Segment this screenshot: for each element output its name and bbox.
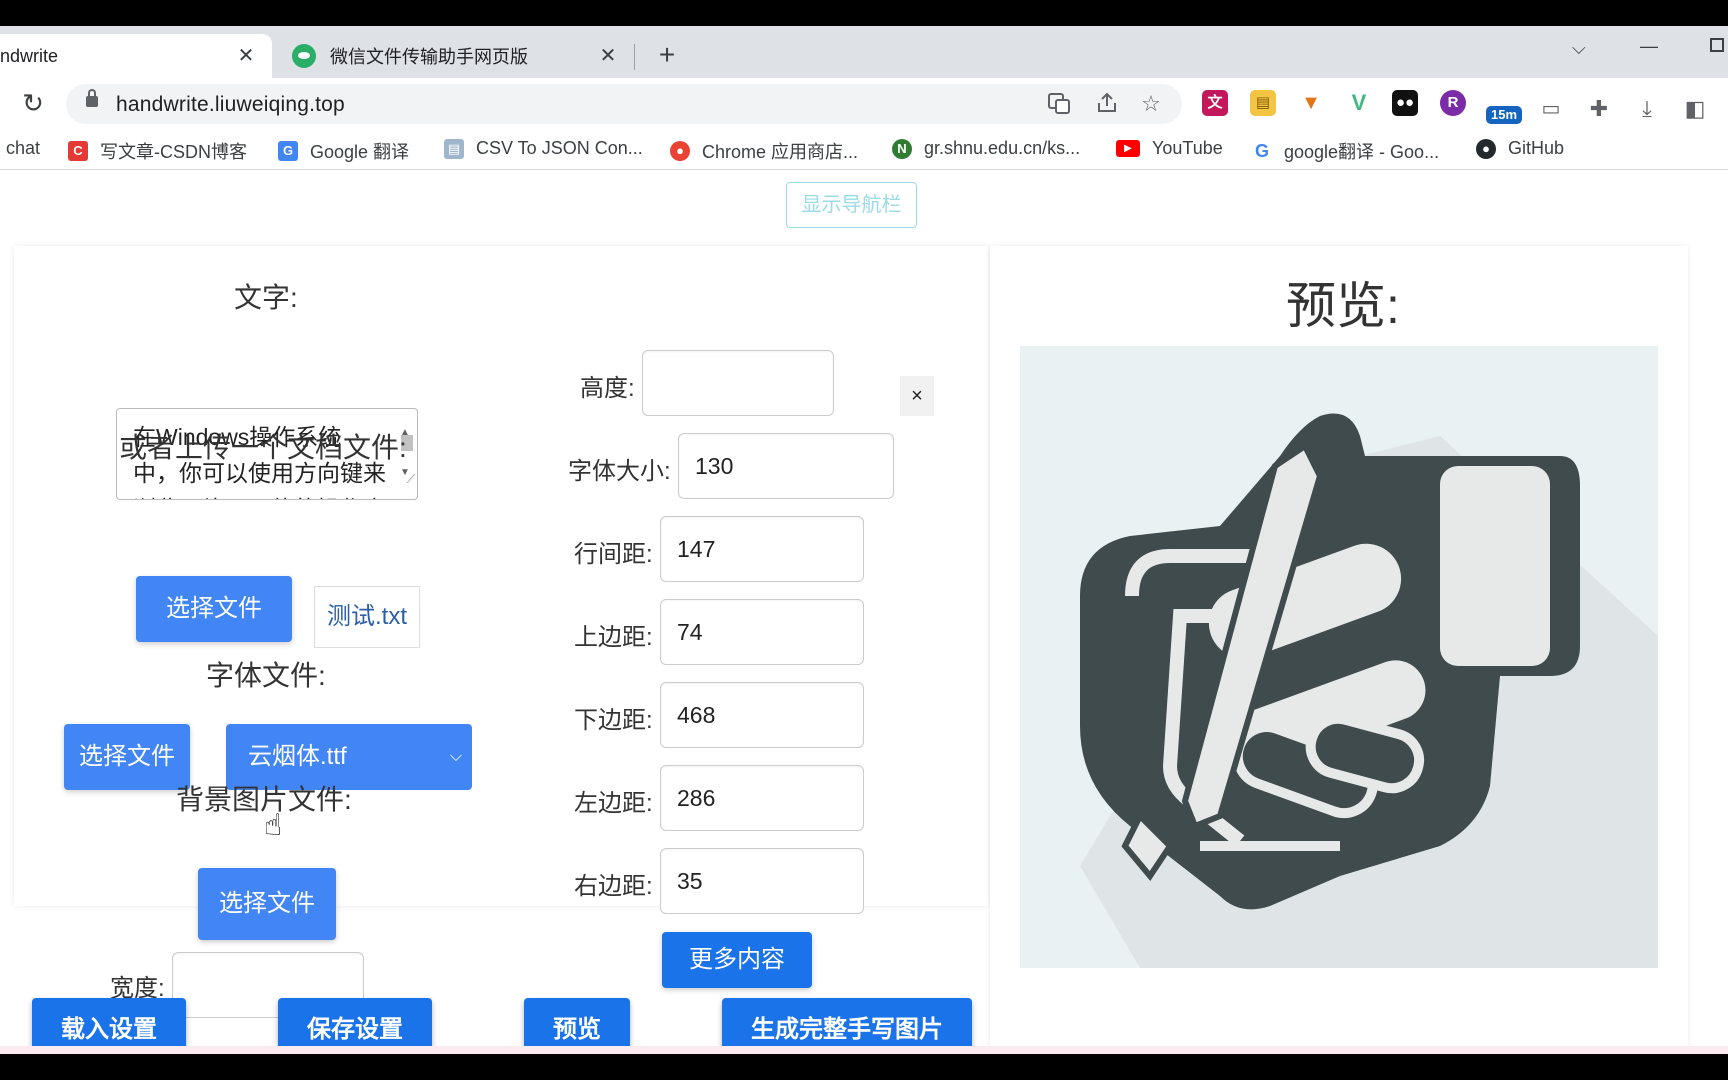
text-label: 文字: <box>234 282 298 313</box>
choose-font-button[interactable]: 选择文件 <box>64 724 190 790</box>
new-tab-button[interactable]: + <box>652 40 682 70</box>
font-size-label: 字体大小: <box>568 458 671 485</box>
notes-extension-icon[interactable]: ▤ <box>1250 90 1276 116</box>
bookmark-google-translate-2[interactable]: Ggoogle翻译 - Goo... <box>1252 138 1439 164</box>
lock-icon <box>86 89 98 107</box>
selected-file-name: 测试.txt <box>314 586 420 648</box>
tab-handwrite[interactable]: ndwrite ✕ <box>0 34 272 78</box>
tab-wechat[interactable]: 微信文件传输助手网页版 ✕ <box>282 34 634 78</box>
shnu-icon: N <box>892 138 912 159</box>
height-input[interactable] <box>642 350 834 416</box>
font-file-label: 字体文件: <box>206 660 326 691</box>
github-icon: ● <box>1476 138 1496 159</box>
share-icon[interactable] <box>1094 91 1120 117</box>
bookmark-csv-to-json[interactable]: ▤ CSV To JSON Con... <box>444 138 643 159</box>
bookmark-youtube[interactable]: ▶ YouTube <box>1116 138 1223 159</box>
metamask-icon[interactable]: ▼ <box>1298 90 1324 116</box>
puzzle-icon[interactable]: ✚ <box>1586 96 1612 122</box>
browser-window: ndwrite ✕ 微信文件传输助手网页版 ✕ + ⌵ — ↻ handwrit… <box>0 26 1728 1054</box>
left-margin-input[interactable]: 286 <box>660 765 864 831</box>
upload-doc-label: 或者上传一个文档文件: <box>119 432 407 463</box>
close-icon[interactable]: × <box>900 376 934 416</box>
line-spacing-input[interactable]: 147 <box>660 516 864 582</box>
bookmark-shnu[interactable]: Ngr.shnu.edu.cn/ks... <box>892 138 1080 159</box>
right-margin-label: 右边距: <box>574 873 653 900</box>
line-spacing-label: 行间距: <box>574 541 653 568</box>
translate-icon[interactable] <box>1046 91 1072 117</box>
bookmark-csdn[interactable]: C 写文章-CSDN博客 <box>68 138 247 164</box>
reload-icon[interactable]: ↻ <box>18 88 48 118</box>
side-panel-icon[interactable]: ◧ <box>1682 96 1708 122</box>
more-content-button[interactable]: 更多内容 <box>662 932 812 988</box>
bookmark-chrome-store[interactable]: ● Chrome 应用商店... <box>670 138 858 164</box>
font-size-input[interactable]: 130 <box>678 433 894 499</box>
height-label: 高度: <box>580 375 635 402</box>
csdn-icon: C <box>68 141 88 161</box>
minimize-icon[interactable]: — <box>1640 36 1658 57</box>
page-content: 显示导航栏 文字: 在Windows操作系统中，你可以使用方向键来浏览图片，具体… <box>0 170 1728 1054</box>
tab-strip: ndwrite ✕ 微信文件传输助手网页版 ✕ + ⌵ — <box>0 26 1728 78</box>
download-icon[interactable]: ⤓ <box>1634 96 1660 122</box>
csv-icon: ▤ <box>444 138 464 159</box>
vue-devtools-icon[interactable]: V <box>1346 90 1372 116</box>
translate-extension-icon[interactable]: 文 <box>1202 90 1228 116</box>
chevron-down-icon[interactable]: ⌵ <box>1572 38 1586 59</box>
chrome-web-store-icon: ● <box>670 141 690 161</box>
hand-pointer-cursor-icon: ☝ <box>264 809 283 842</box>
bookmarks-bar: chat C 写文章-CSDN博客 G Google 翻译 ▤ CSV To JSON… <box>0 130 1728 170</box>
wechat-icon <box>292 44 316 68</box>
bookmark-github[interactable]: ● GitHub <box>1476 138 1564 159</box>
tab-separator <box>634 44 635 70</box>
choose-doc-button[interactable]: 选择文件 <box>136 576 292 642</box>
tab-title: ndwrite <box>0 45 59 66</box>
bookmark-chat[interactable]: chat <box>6 138 40 159</box>
show-nav-button[interactable]: 显示导航栏 <box>786 182 917 228</box>
browser-toolbar: ↻ handwrite.liuweiqing.top ☆ 文 ▤ ▼ V ●● … <box>0 78 1728 130</box>
tampermonkey-icon[interactable]: ●● <box>1392 90 1418 116</box>
star-icon[interactable]: ☆ <box>1138 91 1164 117</box>
divider <box>0 1046 1728 1054</box>
handwriting-hand-pen-icon <box>1020 346 1658 968</box>
top-margin-label: 上边距: <box>574 624 653 651</box>
preview-title: 预览: <box>1286 278 1400 334</box>
resize-handle-icon[interactable]: ⟋ <box>407 461 415 497</box>
close-icon[interactable]: ✕ <box>596 44 620 68</box>
google-translate-icon: G <box>278 141 298 161</box>
bottom-margin-label: 下边距: <box>574 707 653 734</box>
bottom-margin-input[interactable]: 468 <box>660 682 864 748</box>
youtube-icon: ▶ <box>1116 140 1140 157</box>
tab-title: 微信文件传输助手网页版 <box>330 47 528 67</box>
restore-icon[interactable] <box>1710 38 1724 52</box>
right-margin-input[interactable]: 35 <box>660 848 864 914</box>
address-bar[interactable]: handwrite.liuweiqing.top ☆ <box>66 84 1182 124</box>
redux-icon[interactable]: R <box>1440 90 1466 116</box>
tab-search-icon[interactable]: ▭ <box>1538 96 1564 122</box>
close-icon[interactable]: ✕ <box>234 44 258 68</box>
timer-extension-badge[interactable]: 15m <box>1486 106 1522 124</box>
top-margin-input[interactable]: 74 <box>660 599 864 665</box>
google-icon: G <box>1252 141 1272 161</box>
left-margin-label: 左边距: <box>574 790 653 817</box>
bookmark-google-translate[interactable]: G Google 翻译 <box>278 138 409 164</box>
chevron-down-icon: ⌵ <box>449 748 462 765</box>
choose-bg-button[interactable]: 选择文件 <box>198 868 336 940</box>
url-text[interactable]: handwrite.liuweiqing.top <box>116 93 345 117</box>
settings-card: 文字: 在Windows操作系统中，你可以使用方向键来浏览图片，具体的操作方法如… <box>14 246 988 1018</box>
